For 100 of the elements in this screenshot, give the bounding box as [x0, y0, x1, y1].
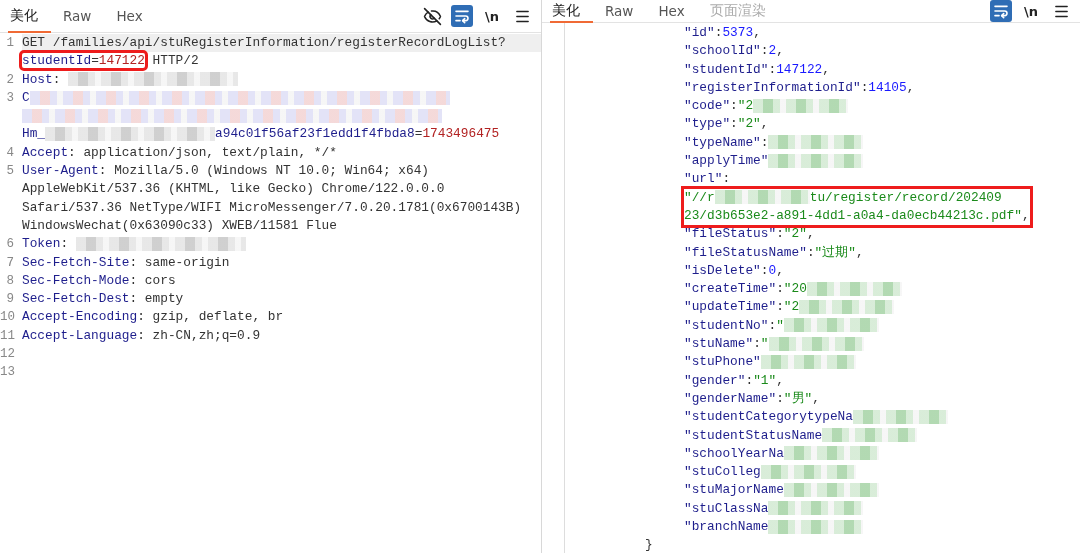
code-text: Host — [22, 71, 53, 87]
code-text: GET /families/api/stuRegisterInformation/registerRecordLogList? — [22, 35, 506, 50]
code-text: : — [730, 116, 738, 132]
code-text: Accept — [22, 144, 69, 160]
code-text: : — [768, 61, 777, 77]
code-text: a94c01f56af23f1edd1f4fbda8 — [215, 126, 415, 142]
code-text: "isDelete" — [684, 262, 761, 278]
code-text: "schoolId" — [684, 43, 761, 59]
code-text: HTTP/2 — [151, 53, 199, 69]
code-text: : — [776, 299, 784, 315]
code-text: , — [776, 372, 784, 388]
code-text: : — [776, 281, 784, 297]
line-number: 11 — [0, 327, 16, 345]
code-text: "2 — [783, 299, 800, 315]
code-text: "//r — [684, 189, 715, 205]
tab[interactable]: 美化 — [550, 0, 593, 23]
code-text: , — [855, 244, 864, 260]
code-text: : — [730, 98, 738, 114]
newline-button[interactable]: \n — [481, 5, 503, 27]
code-text: "genderName" — [684, 390, 777, 406]
code-text: " — [776, 317, 784, 333]
code-text: : — [745, 372, 754, 388]
code-text: Hm_ — [22, 126, 46, 142]
code-text: : — [722, 171, 731, 187]
code-text: "registerInformationId" — [684, 79, 861, 95]
code-text: 5373 — [722, 25, 754, 40]
code-text: "1" — [753, 372, 777, 388]
code-text: "stuColleg — [684, 464, 761, 480]
line-number: 13 — [0, 364, 16, 382]
tab[interactable]: Hex — [656, 0, 698, 23]
code-text: "studentNo" — [684, 317, 769, 333]
code-text: 0 — [768, 262, 777, 278]
code-text: : — [714, 25, 723, 40]
code-text: : gzip, deflate, br — [137, 309, 284, 325]
code-text: : — [768, 317, 777, 333]
code-text: : cors — [129, 272, 176, 288]
code-text: "2" — [737, 116, 761, 132]
code-text: "stuMajorName — [684, 482, 784, 498]
code-text: "createTime" — [684, 281, 777, 297]
code-text: : Mozilla/5.0 (Windows NT 10.0; Win64; x64) — [98, 163, 429, 179]
code-text: "fileStatus" — [684, 226, 777, 242]
code-text: studentId — [22, 53, 92, 69]
tab[interactable]: Raw — [603, 0, 647, 23]
code-text: Sec-Fetch-Mode — [22, 272, 130, 288]
code-text: WindowsWechat(0x63090c33) XWEB/11581 Flue — [22, 217, 337, 233]
code-text: "code" — [684, 98, 731, 114]
code-text: "studentId" — [684, 61, 769, 77]
code-text: "男" — [783, 390, 813, 406]
code-text: : — [760, 43, 769, 59]
eye-slash-icon[interactable] — [421, 5, 443, 27]
code-text: Token — [22, 236, 61, 252]
code-text: User-Agent — [22, 163, 99, 179]
line-number: 12 — [0, 346, 16, 364]
code-text: = — [91, 53, 99, 69]
code-text: "applyTime" — [684, 153, 769, 169]
newline-button[interactable]: \n — [1020, 0, 1042, 22]
tab[interactable]: Hex — [114, 0, 156, 33]
line-number: 9 — [5, 291, 15, 309]
code-text: , — [812, 390, 820, 406]
code-text: Accept-Encoding — [22, 309, 138, 325]
code-text: } — [645, 537, 653, 553]
code-text: "schoolYearNa — [684, 445, 784, 461]
code-text: , — [760, 116, 769, 132]
code-text: "过期" — [814, 244, 856, 260]
code-text: "type" — [684, 116, 731, 132]
line-number: 4 — [5, 144, 15, 162]
code-text: , — [806, 226, 815, 242]
code-text: : — [760, 262, 769, 278]
code-text: : — [776, 226, 784, 242]
code-text: : — [52, 71, 62, 87]
code-text: 23/d3b653e2-a891-4dd1-a0a4-da0ecb44213c.pdf" — [684, 207, 1022, 223]
code-text: "id" — [684, 25, 715, 40]
code-text: Sec-Fetch-Dest — [22, 291, 130, 307]
wrap-text-button[interactable] — [990, 0, 1012, 22]
code-text: "2 — [737, 98, 754, 114]
code-text: , — [753, 25, 761, 40]
code-text: "2" — [783, 226, 807, 242]
code-text: "studentStatusName — [684, 427, 823, 443]
code-text: "stuClassNa — [684, 500, 769, 516]
line-number: 10 — [0, 309, 16, 327]
code-text: "stuPhone" — [684, 354, 761, 370]
code-text: : same-origin — [129, 254, 230, 270]
code-text: "fileStatusName" — [684, 244, 807, 260]
wrap-text-button[interactable] — [451, 5, 473, 27]
code-text: , — [776, 262, 784, 278]
line-number: 3 — [5, 89, 15, 107]
code-text: C — [22, 89, 30, 105]
line-number: 6 — [5, 236, 15, 254]
code-text: "branchName — [684, 519, 769, 534]
code-text: AppleWebKit/537.36 (KHTML, like Gecko) Chrome/122.0.0.0 — [22, 181, 445, 197]
line-number: 2 — [5, 71, 15, 89]
code-text: , — [822, 61, 830, 77]
code-text: : — [860, 79, 869, 95]
code-text: Accept-Language — [22, 327, 138, 343]
code-text: 2 — [768, 43, 777, 59]
code-text: 1743496475 — [422, 126, 500, 142]
code-text: "typeName" — [684, 134, 761, 150]
code-text: , — [906, 79, 915, 95]
tab[interactable]: Raw — [61, 0, 105, 33]
code-text: = — [414, 126, 423, 142]
